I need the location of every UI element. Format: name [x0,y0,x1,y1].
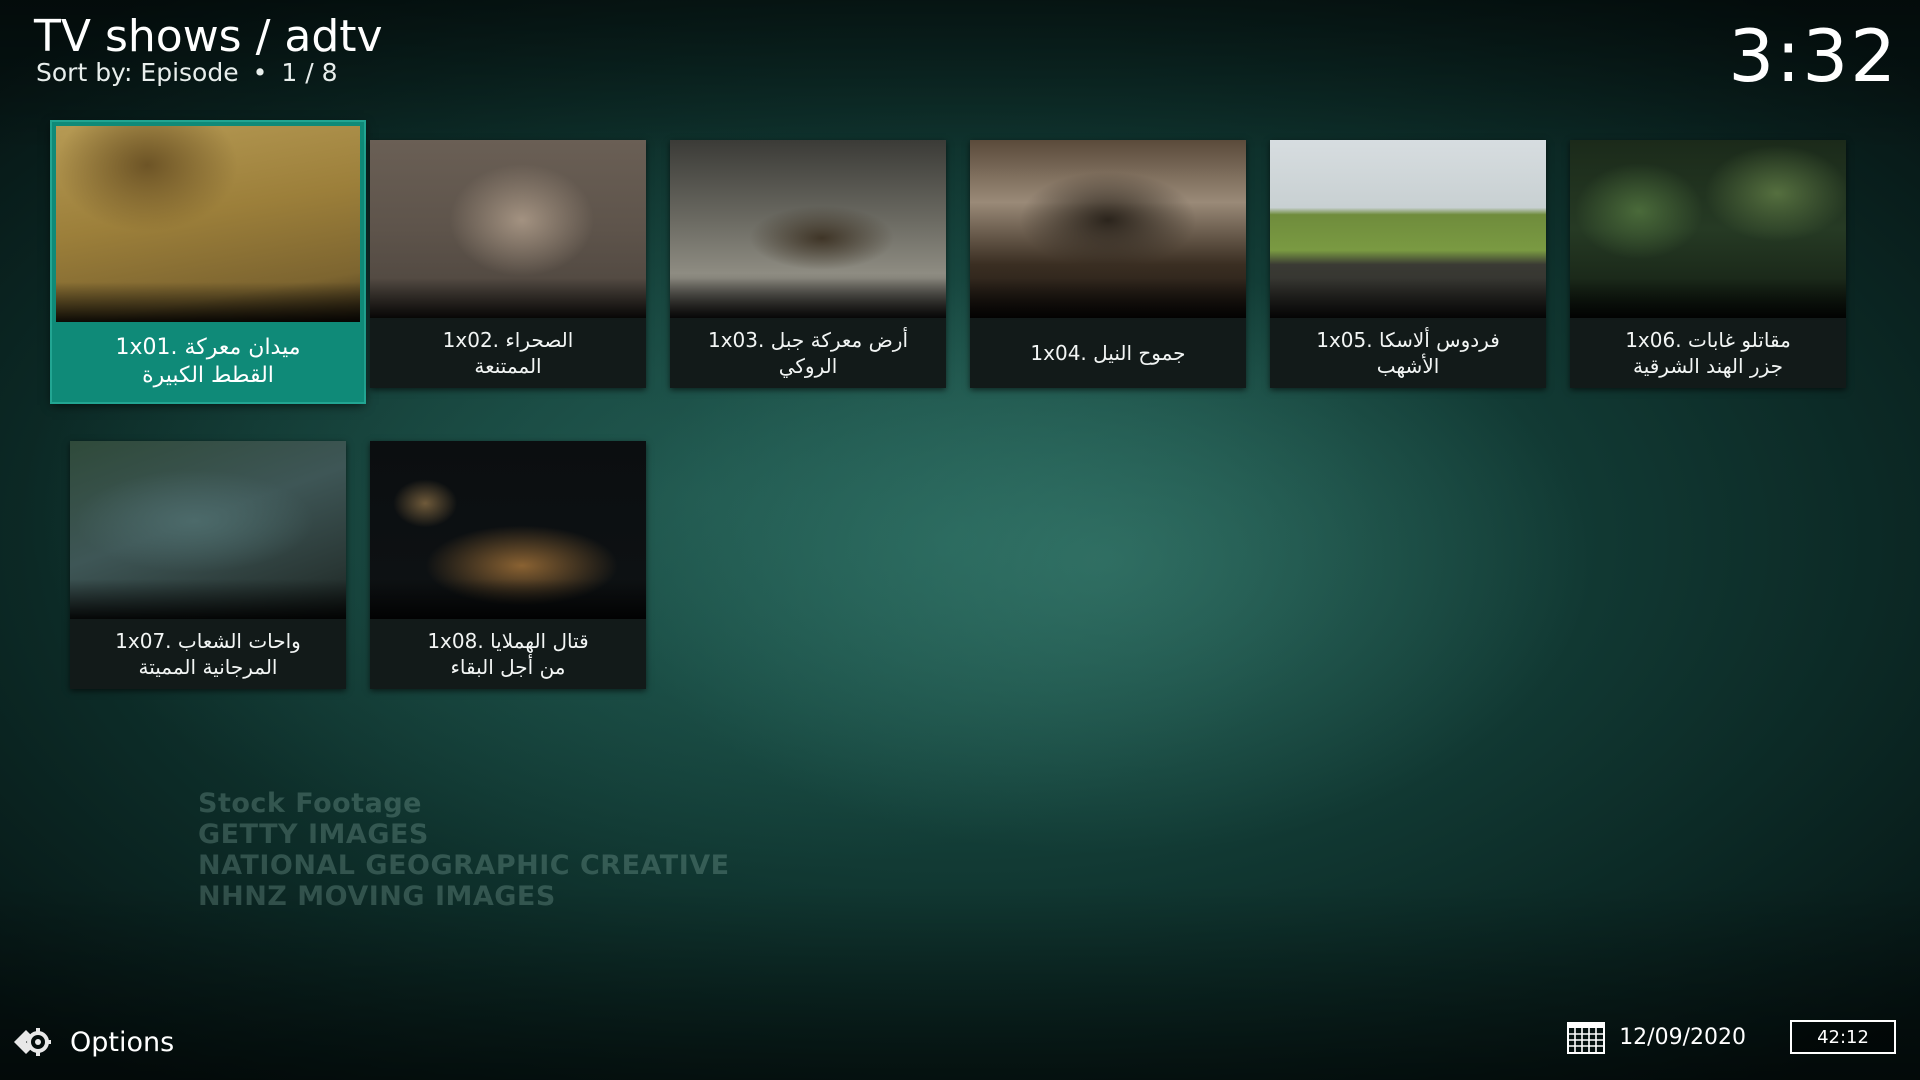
episode-title-line2: المرجانية المميتة [138,655,278,679]
sort-info: Sort by: Episode • 1 / 8 [36,58,337,88]
status-area: 12/09/2020 42:12 [1567,1020,1896,1054]
separator-dot: • [252,58,268,87]
watermark-line: NATIONAL GEOGRAPHIC CREATIVE [198,850,730,881]
episode-thumbnail [70,441,346,619]
episode-title-line2: من أجل البقاء [450,655,566,679]
episode-tile-1x01[interactable]: 1x01. ميدان معركة القطط الكبيرة [52,122,364,402]
episode-title-line1: قتال الهملايا [490,629,589,653]
episode-title-line1: أرض معركة جبل [770,328,909,352]
episode-title-line1: فردوس ألاسكا [1378,328,1500,352]
episode-thumbnail [56,126,360,322]
watermark-line: GETTY IMAGES [198,819,429,850]
page-title: TV shows / adtv [34,11,383,62]
episode-thumbnail [370,441,646,619]
episode-number: 1x05. [1316,328,1373,352]
episode-thumbnail [1270,140,1546,318]
watermark-line: Stock Footage [198,788,422,819]
watermark-line: NHNZ MOVING IMAGES [198,881,556,912]
episode-title-line2: جزر الهند الشرقية [1632,354,1783,378]
episode-thumbnail [370,140,646,318]
episode-title-line1: واحات الشعاب [177,629,301,653]
episode-title-line1: مقاتلو غابات [1687,328,1791,352]
episode-label: 1x08. قتال الهملايا من أجل البقاء [378,619,638,689]
episode-number: 1x02. [442,328,500,352]
episode-tile-1x05[interactable]: 1x05. فردوس ألاسكا الأشهب [1270,140,1546,388]
background-watermark: Stock Footage GETTY IMAGES NATIONAL GEOG… [198,788,730,912]
episode-tile-1x03[interactable]: 1x03. أرض معركة جبل الروكي [670,140,946,388]
episode-title-line2: الممتنعة [474,354,542,378]
episode-tile-1x08[interactable]: 1x08. قتال الهملايا من أجل البقاء [370,441,646,689]
episode-number: 1x04. [1030,341,1087,365]
episode-label: 1x06. مقاتلو غابات جزر الهند الشرقية [1578,318,1838,388]
current-date: 12/09/2020 [1619,1024,1746,1050]
episode-label: 1x05. فردوس ألاسكا الأشهب [1278,318,1538,388]
episode-title-line1: الصحراء [505,328,574,352]
episode-title-line2: القطط الكبيرة [142,363,274,388]
episode-number: 1x03. [707,328,765,352]
episode-thumbnail [970,140,1246,318]
episode-tile-1x07[interactable]: 1x07. واحات الشعاب المرجانية المميتة [70,441,346,689]
episode-label: 1x01. ميدان معركة القطط الكبيرة [60,322,356,402]
calendar-icon [1567,1022,1606,1054]
episode-number: 1x08. [427,629,484,653]
episode-number: 1x07. [115,629,172,653]
item-position: 1 / 8 [281,58,338,87]
episode-number: 1x01. [115,335,178,360]
episode-label: 1x07. واحات الشعاب المرجانية المميتة [78,619,338,689]
episode-title-line1: جموح النيل [1093,341,1186,365]
episode-label: 1x03. أرض معركة جبل الروكي [678,318,938,388]
episode-title-line2: الروكي [778,354,838,378]
episode-thumbnail [670,140,946,318]
episode-duration-badge: 42:12 [1790,1020,1896,1054]
clock: 3:32 [1728,14,1898,98]
sort-label[interactable]: Sort by: Episode [36,58,239,87]
options-icon [14,1028,51,1056]
episode-title-line1: ميدان معركة [184,335,301,360]
options-button[interactable]: Options [12,1024,174,1060]
episode-number: 1x06. [1625,328,1682,352]
episode-label: 1x02. الصحراء الممتنعة [378,318,638,388]
episode-title-line2: الأشهب [1376,354,1440,378]
episode-thumbnail [1570,140,1846,318]
episode-tile-1x04[interactable]: 1x04. جموح النيل [970,140,1246,388]
episode-tile-1x06[interactable]: 1x06. مقاتلو غابات جزر الهند الشرقية [1570,140,1846,388]
options-label: Options [70,1026,175,1058]
episode-tile-1x02[interactable]: 1x02. الصحراء الممتنعة [370,140,646,388]
episode-label: 1x04. جموح النيل [978,318,1238,388]
